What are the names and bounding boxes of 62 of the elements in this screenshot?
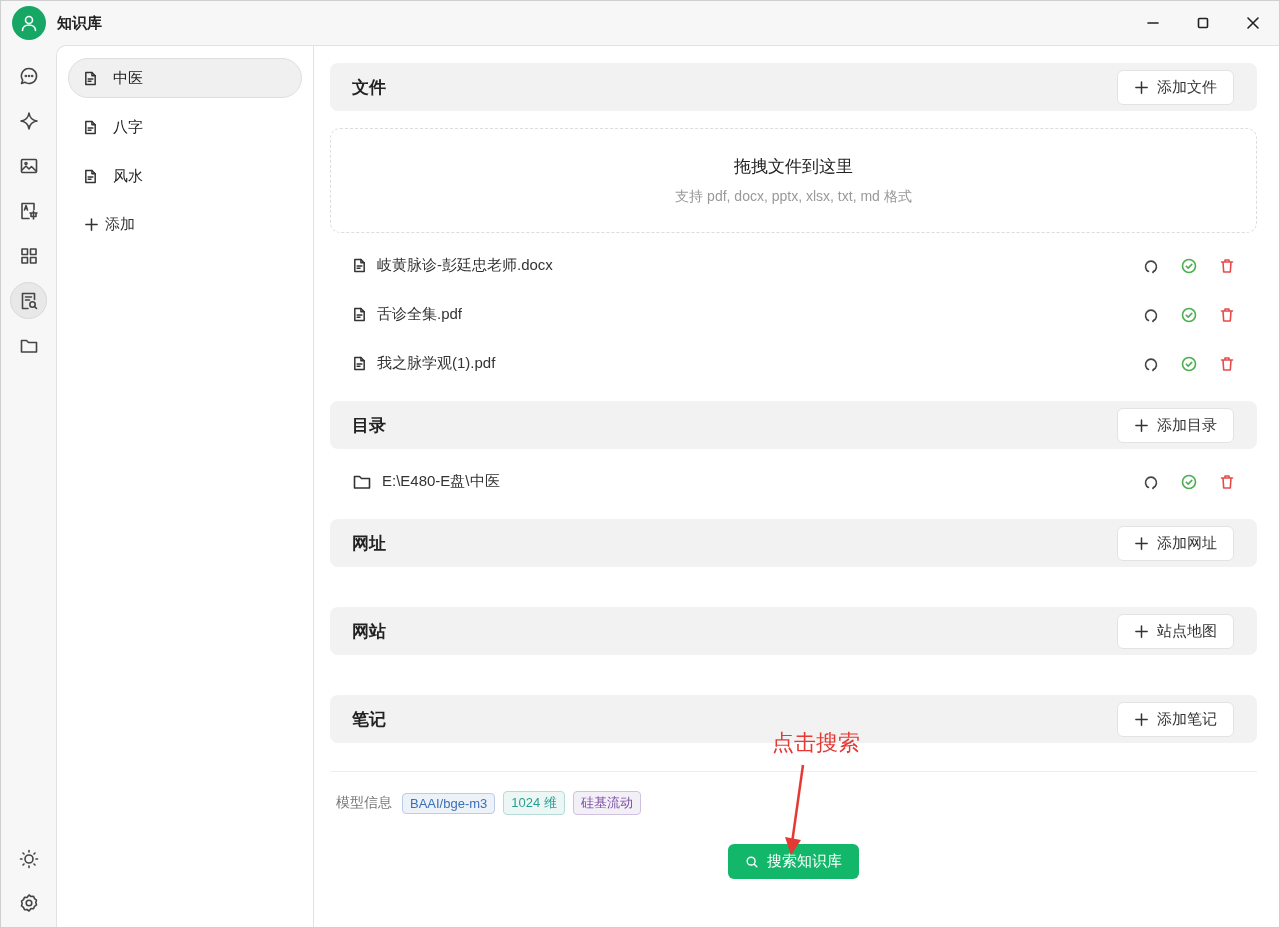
model-tag: 硅基流动 [572,791,641,815]
search-icon [745,854,759,869]
check-circle-icon [1181,473,1197,490]
knowledge-base-item[interactable]: 中医 [68,58,302,98]
refresh-icon[interactable] [1143,473,1159,490]
check-circle-icon [1181,355,1197,372]
document-icon [83,168,98,184]
sparkle-icon [18,110,39,131]
plus-icon [1134,417,1149,433]
section-title: 文件 [352,76,386,99]
sun-icon[interactable] [18,849,39,869]
plus-icon [1134,623,1149,639]
close-icon[interactable] [1247,17,1259,29]
check-circle-icon [1181,306,1197,323]
knowledge-base-item[interactable]: 八字 [68,107,302,147]
settings-icon[interactable] [18,893,39,913]
section-title: 笔记 [352,708,386,731]
document-icon [352,258,367,273]
file-name: 舌诊全集.pdf [377,305,463,324]
refresh-icon[interactable] [1143,306,1159,323]
plus-icon [1134,79,1149,95]
section-title: 目录 [352,414,386,437]
avatar-icon[interactable] [12,6,46,40]
delete-icon[interactable] [1219,257,1235,274]
file-name: 岐黄脉诊-彭廷忠老师.docx [377,256,553,275]
delete-icon[interactable] [1219,355,1235,372]
add-button[interactable]: 站点地图 [1117,613,1234,649]
drop-zone-hint: 支持 pdf, docx, pptx, xlsx, txt, md 格式 [675,188,912,206]
translate-icon [18,200,39,221]
section-title: 网站 [352,620,386,643]
annotation-text: 点击搜索 [772,729,860,757]
add-button[interactable]: 添加文件 [1117,69,1234,105]
drop-zone[interactable]: 拖拽文件到这里 支持 pdf, docx, pptx, xlsx, txt, md 格式 [330,128,1257,233]
document-icon [83,119,98,135]
add-button[interactable]: 添加 [68,205,302,243]
delete-icon[interactable] [1219,473,1235,490]
document-icon [352,356,367,371]
folder-path: E:\E480-E盘\中医 [382,472,500,491]
model-tag: 1024 维 [503,791,565,815]
file-name: 我之脉学观(1).pdf [377,354,496,373]
document-icon [352,307,367,322]
check-circle-icon [1181,257,1197,274]
grid-icon [18,245,39,266]
plus-icon [84,216,99,232]
model-info-label: 模型信息 [336,794,392,812]
refresh-icon[interactable] [1143,355,1159,372]
add-button[interactable]: 添加目录 [1117,407,1234,443]
maximize-icon[interactable] [1197,17,1209,29]
document-icon [83,70,98,86]
refresh-icon[interactable] [1143,257,1159,274]
knowledge-base-item[interactable]: 风水 [68,156,302,196]
drop-zone-title: 拖拽文件到这里 [734,156,853,178]
delete-icon[interactable] [1219,306,1235,323]
add-button[interactable]: 添加笔记 [1117,701,1234,737]
model-tag: BAAI/bge-m3 [402,792,496,814]
plus-icon [1134,535,1149,551]
add-button[interactable]: 添加网址 [1117,525,1234,561]
chat-bubble-icon [18,65,39,86]
nav-button[interactable] [10,282,47,319]
window-title: 知识库 [57,13,102,33]
section-title: 网址 [352,532,386,555]
plus-icon [1134,711,1149,727]
